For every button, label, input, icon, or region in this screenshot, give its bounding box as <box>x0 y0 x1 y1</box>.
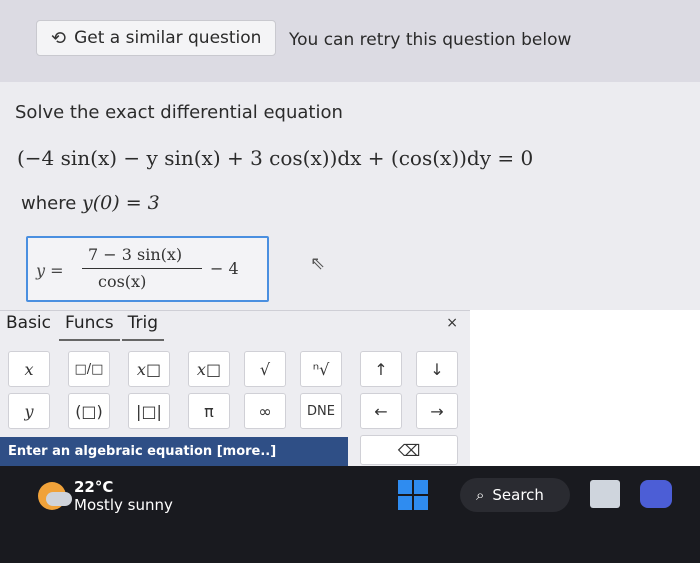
tab-basic[interactable]: Basic <box>0 311 57 339</box>
initial-condition: where y(0) = 3 <box>21 192 160 214</box>
windows-start-icon[interactable] <box>398 480 428 510</box>
key-subscript[interactable]: x□ <box>188 351 230 387</box>
similar-question-label: Get a similar question <box>74 28 262 48</box>
close-keyboard-button[interactable]: × <box>446 315 458 331</box>
start-tile <box>398 496 412 510</box>
key-up-arrow[interactable]: ↑ <box>360 351 402 387</box>
weather-condition: Mostly sunny <box>74 496 173 514</box>
keyboard-tabs: Basic Funcs Trig <box>0 311 166 341</box>
key-down-arrow[interactable]: ↓ <box>416 351 458 387</box>
answer-numerator: 7 − 3 sin(x) <box>88 245 183 264</box>
key-dne[interactable]: DNE <box>300 393 342 429</box>
key-left-arrow[interactable]: ← <box>360 393 402 429</box>
task-view-icon[interactable] <box>590 480 620 508</box>
refresh-icon: ⟲ <box>51 27 67 49</box>
search-icon: ⌕ <box>476 486 485 504</box>
key-infinity[interactable]: ∞ <box>244 393 286 429</box>
key-power[interactable]: x□ <box>128 351 170 387</box>
tab-trig[interactable]: Trig <box>121 311 165 341</box>
start-tile <box>414 496 428 510</box>
tab-funcs[interactable]: Funcs <box>59 311 120 341</box>
similar-question-button[interactable]: ⟲ Get a similar question <box>36 20 276 56</box>
question-title: Solve the exact differential equation <box>15 102 343 123</box>
start-tile <box>414 480 428 494</box>
key-sqrt[interactable]: √ <box>244 351 286 387</box>
input-hint[interactable]: Enter an algebraic equation [more..] <box>0 437 348 467</box>
answer-denominator: cos(x) <box>98 272 147 291</box>
differential-equation: (−4 sin(x) − y sin(x) + 3 cos(x))dx + (c… <box>17 146 534 170</box>
answer-lhs: y = <box>36 261 64 280</box>
backspace-icon[interactable]: ⌫ <box>360 435 458 465</box>
weather-temperature: 22°C <box>74 478 114 496</box>
math-keyboard: Basic Funcs Trig × x □/□ x□ x□ √ ⁿ√ ↑ ↓ … <box>0 310 470 467</box>
where-label: where <box>21 193 77 214</box>
search-label: Search <box>492 486 544 504</box>
answer-input[interactable]: y = 7 − 3 sin(x) cos(x) − 4 <box>26 236 269 302</box>
weather-cloud-icon <box>46 492 72 506</box>
key-x[interactable]: x <box>8 351 50 387</box>
start-tile <box>398 480 412 494</box>
key-fraction[interactable]: □/□ <box>68 351 110 387</box>
answer-tail: − 4 <box>210 259 239 278</box>
mouse-cursor-icon: ⇖ <box>310 253 326 274</box>
key-absolute[interactable]: |□| <box>128 393 170 429</box>
key-parentheses[interactable]: (□) <box>68 393 110 429</box>
retry-text: You can retry this question below <box>289 30 572 50</box>
condition-value: y(0) = 3 <box>82 192 160 214</box>
key-y[interactable]: y <box>8 393 50 429</box>
key-nth-root[interactable]: ⁿ√ <box>300 351 342 387</box>
taskbar-search-button[interactable]: ⌕ Search <box>460 478 570 512</box>
key-pi[interactable]: π <box>188 393 230 429</box>
meet-app-icon[interactable] <box>640 480 672 508</box>
key-right-arrow[interactable]: → <box>416 393 458 429</box>
fraction-bar <box>82 268 202 269</box>
